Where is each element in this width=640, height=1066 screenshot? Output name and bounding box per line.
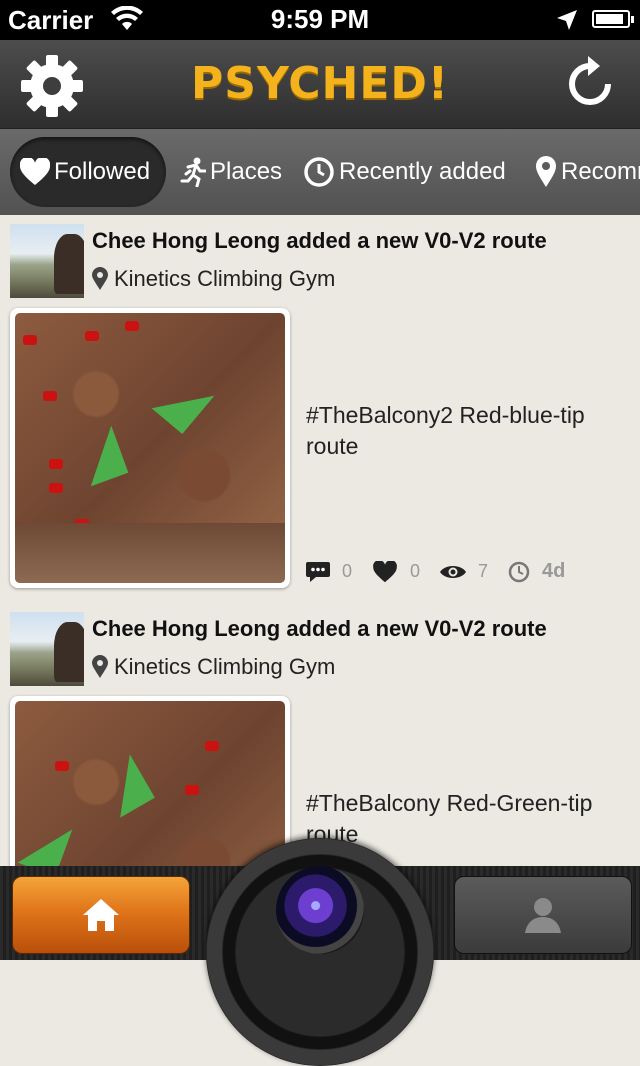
battery-level: [596, 14, 623, 24]
route-photo[interactable]: [10, 308, 290, 588]
tab-places[interactable]: Places: [180, 137, 282, 207]
age-stat: 4d: [508, 560, 565, 583]
location-label: Kinetics Climbing Gym: [114, 266, 336, 291]
feed-item[interactable]: Chee Hong Leong added a new V0-V2 route …: [0, 216, 640, 604]
post-title[interactable]: Chee Hong Leong added a new V0-V2 route: [92, 228, 547, 254]
location-label: Kinetics Climbing Gym: [114, 654, 336, 679]
tab-followed[interactable]: Followed: [10, 137, 166, 207]
app-title: PSYCHED!: [191, 58, 449, 109]
heart-icon: [373, 560, 397, 582]
tab-label: Followed: [54, 158, 151, 185]
comments-count: 0: [342, 561, 353, 581]
views-stat: 7: [440, 561, 488, 582]
route-description: #TheBalcony2 Red-blue-tip route: [306, 402, 585, 459]
avatar[interactable]: [10, 224, 84, 298]
status-bar: Carrier 9:59 PM: [0, 0, 640, 40]
eye-icon: [440, 565, 467, 578]
location-pin-icon: [92, 655, 108, 678]
post-stats: 0 0 7 4d: [306, 560, 585, 583]
app-header: PSYCHED!: [0, 40, 640, 129]
avatar[interactable]: [10, 612, 84, 686]
tab-label: Recently added: [339, 158, 506, 185]
clock-label: 9:59 PM: [270, 4, 370, 34]
home-icon: [83, 899, 119, 931]
feed-item[interactable]: Chee Hong Leong added a new V0-V2 route …: [0, 604, 640, 866]
tab-label: Recomm: [561, 158, 640, 185]
post-location[interactable]: Kinetics Climbing Gym: [92, 266, 335, 292]
post-location[interactable]: Kinetics Climbing Gym: [92, 654, 335, 680]
comments-stat[interactable]: 0: [306, 561, 352, 583]
battery-icon: [592, 10, 634, 28]
comment-icon: [306, 561, 330, 582]
heart-icon: [20, 158, 50, 185]
person-icon: [525, 898, 561, 933]
tab-recommended[interactable]: Recomm: [535, 137, 640, 207]
activity-feed: Chee Hong Leong added a new V0-V2 route …: [0, 216, 640, 866]
likes-count: 0: [410, 561, 421, 581]
tab-recently-added[interactable]: Recently added: [303, 137, 506, 207]
post-title[interactable]: Chee Hong Leong added a new V0-V2 route: [92, 616, 547, 642]
location-pin-icon: [92, 267, 108, 290]
views-count: 7: [478, 561, 489, 581]
route-description: #TheBalcony Red-Green-tip route: [306, 790, 593, 847]
location-pin-icon: [536, 156, 556, 187]
filter-tabs: Followed Places Recently added Recomm: [0, 129, 640, 215]
clock-icon: [304, 157, 334, 187]
refresh-icon[interactable]: [562, 56, 618, 112]
tab-label: Places: [210, 158, 283, 185]
runner-icon: [180, 157, 206, 187]
route-photo[interactable]: [10, 696, 290, 866]
camera-lens-icon[interactable]: [276, 866, 364, 954]
climbing-wall-image: [15, 701, 285, 866]
location-arrow-icon: [555, 8, 579, 39]
climbing-wall-image: [15, 313, 285, 583]
home-button[interactable]: [12, 876, 190, 954]
age-label: 4d: [542, 560, 566, 582]
likes-stat[interactable]: 0: [372, 560, 421, 583]
profile-button[interactable]: [454, 876, 632, 954]
clock-icon: [508, 561, 530, 582]
